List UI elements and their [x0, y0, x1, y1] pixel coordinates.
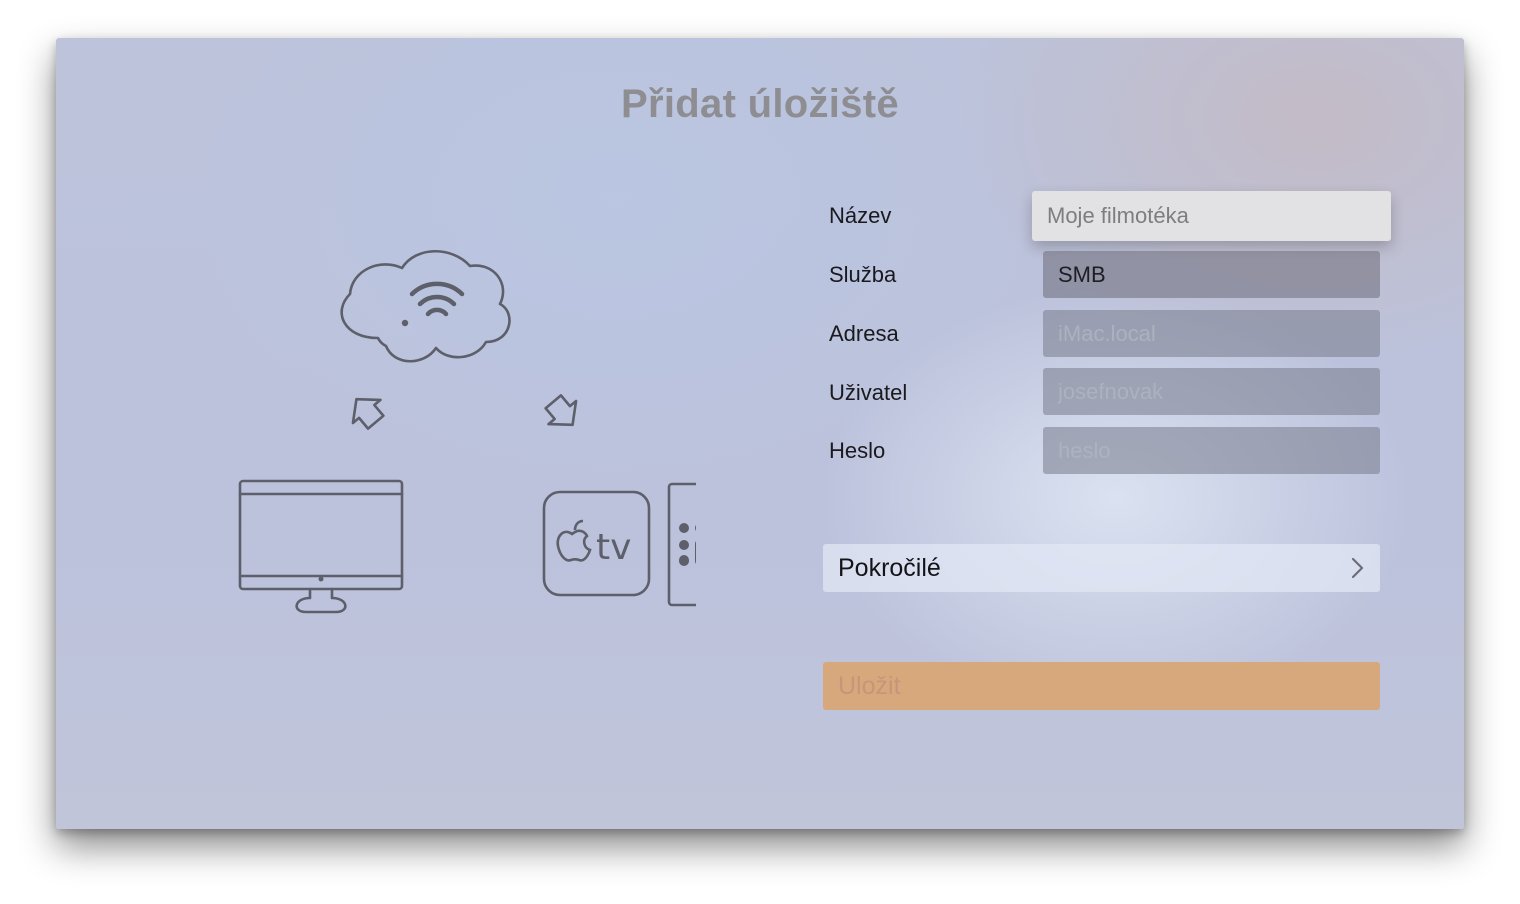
arrow-down-right-icon [544, 394, 578, 427]
label-password: Heslo [829, 438, 886, 463]
user-input[interactable]: josefnovak [1043, 368, 1380, 415]
cloud-wifi-icon [340, 249, 511, 363]
apple-logo-icon [556, 519, 592, 562]
tv-label: tv [596, 527, 631, 568]
password-input[interactable]: heslo [1043, 427, 1380, 474]
address-input[interactable]: iMac.local [1043, 310, 1380, 357]
label-name: Název [829, 203, 892, 228]
chevron-right-icon [1351, 557, 1364, 579]
arrow-up-left-icon [351, 397, 385, 430]
name-input[interactable]: Moje filmotéka [1032, 191, 1391, 241]
page-title: Přidat úložiště [621, 82, 899, 126]
add-storage-screen: Přidat úložiště tv Název Moje filmotéka … [56, 38, 1464, 829]
label-service: Služba [829, 262, 897, 287]
remote-icon [667, 482, 696, 607]
label-user: Uživatel [829, 380, 908, 405]
network-illustration: tv [176, 206, 696, 626]
advanced-button[interactable]: Pokročilé [823, 544, 1380, 592]
service-select[interactable]: SMB [1043, 251, 1380, 298]
label-address: Adresa [829, 321, 899, 346]
advanced-label: Pokročilé [838, 554, 941, 582]
save-button[interactable]: Uložit [823, 662, 1380, 710]
imac-icon [238, 479, 404, 614]
